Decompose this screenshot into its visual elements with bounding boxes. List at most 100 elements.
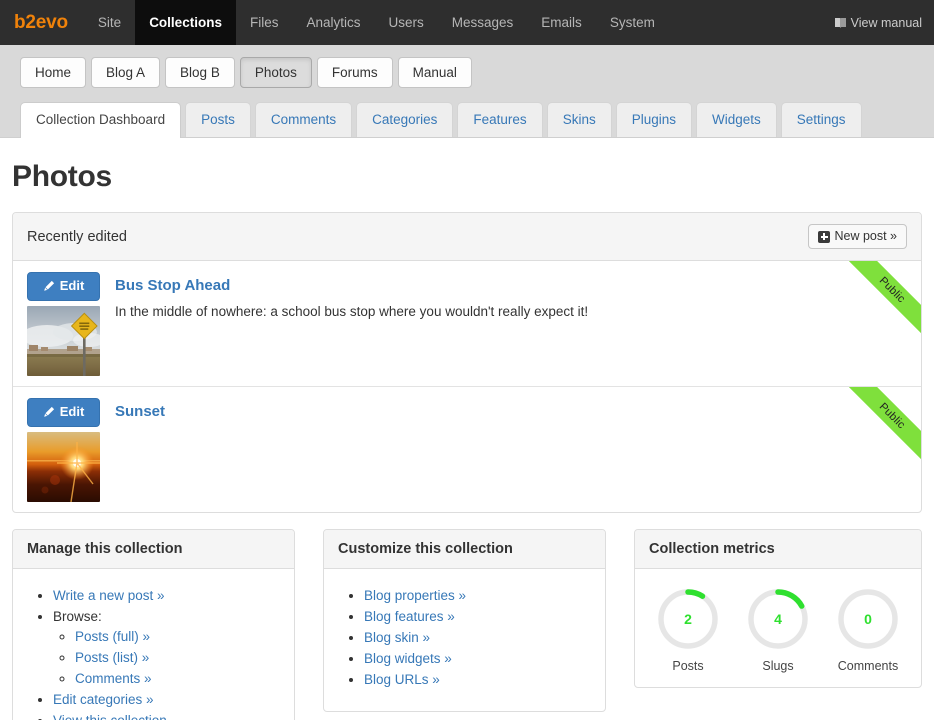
link-blog-urls[interactable]: Blog URLs »: [364, 672, 440, 687]
list-item: Browse: Posts (full) » Posts (list) » Co…: [53, 608, 280, 688]
link-view-collection[interactable]: View this collection: [53, 713, 167, 720]
edit-button[interactable]: Edit: [27, 272, 100, 301]
link-blog-features[interactable]: Blog features »: [364, 609, 455, 624]
tab-widgets[interactable]: Widgets: [695, 102, 777, 137]
post-thumbnail[interactable]: [27, 432, 100, 502]
metrics-gauges: 2 Posts 4 Slugs 0 Comments: [635, 569, 921, 687]
collection-header-band: Home Blog A Blog B Photos Forums Manual …: [0, 45, 934, 138]
pencil-icon: [43, 280, 55, 292]
link-posts-list[interactable]: Posts (list) »: [75, 650, 149, 665]
link-comments[interactable]: Comments »: [75, 671, 152, 686]
gauge-slugs-value: 4: [774, 611, 782, 627]
post-text-column: Sunset: [115, 398, 907, 421]
new-post-label: New post »: [834, 229, 897, 243]
link-write-new-post[interactable]: Write a new post »: [53, 588, 165, 603]
list-item: Blog features »: [364, 608, 591, 626]
manage-collection-panel: Manage this collection Write a new post …: [12, 529, 295, 720]
nav-item-analytics[interactable]: Analytics: [292, 0, 374, 45]
list-item: Blog URLs »: [364, 671, 591, 689]
list-item: Edit categories »: [53, 691, 280, 709]
post-excerpt: In the middle of nowhere: a school bus s…: [115, 304, 589, 319]
customize-collection-panel: Customize this collection Blog propertie…: [323, 529, 606, 712]
gauge-slugs: 4 Slugs: [733, 585, 823, 673]
collection-button-blog-b[interactable]: Blog B: [165, 57, 235, 88]
recently-edited-header: Recently edited New post »: [13, 213, 921, 261]
post-media-column: Edit: [27, 398, 101, 502]
new-post-button[interactable]: New post »: [808, 224, 907, 249]
list-item: View this collection: [53, 712, 280, 720]
book-icon: [834, 17, 847, 29]
collection-button-blog-a[interactable]: Blog A: [91, 57, 161, 88]
gauge-posts-label: Posts: [672, 659, 704, 673]
customize-collection-column: Customize this collection Blog propertie…: [323, 529, 606, 720]
link-blog-skin[interactable]: Blog skin »: [364, 630, 430, 645]
tab-skins[interactable]: Skins: [546, 102, 612, 137]
nav-item-site[interactable]: Site: [84, 0, 135, 45]
nav-item-system[interactable]: System: [596, 0, 669, 45]
collection-metrics-panel: Collection metrics 2 Posts 4 Slugs 0 Com…: [634, 529, 922, 688]
list-item: Blog widgets »: [364, 650, 591, 668]
view-manual-link[interactable]: View manual: [834, 0, 934, 45]
gauge-comments-value: 0: [864, 611, 872, 627]
collection-metrics-column: Collection metrics 2 Posts 4 Slugs 0 Com…: [634, 529, 922, 720]
top-navigation-bar: b2evo Site Collections Files Analytics U…: [0, 0, 934, 45]
list-item: Posts (full) »: [75, 628, 280, 646]
tab-plugins[interactable]: Plugins: [615, 102, 692, 137]
manage-collection-body: Write a new post » Browse: Posts (full) …: [13, 569, 294, 720]
nav-item-collections[interactable]: Collections: [135, 0, 236, 45]
manage-collection-list: Write a new post » Browse: Posts (full) …: [27, 587, 280, 720]
gauge-posts-value: 2: [684, 611, 692, 627]
label-browse: Browse:: [53, 609, 102, 624]
collection-selector-row: Home Blog A Blog B Photos Forums Manual: [0, 57, 934, 88]
gauge-slugs-label: Slugs: [762, 659, 794, 673]
post-title-link[interactable]: Sunset: [115, 403, 165, 421]
collection-button-forums[interactable]: Forums: [316, 57, 393, 88]
tab-posts[interactable]: Posts: [185, 102, 251, 137]
collection-tabs: Collection Dashboard Posts Comments Cate…: [0, 102, 934, 138]
post-text-column: Bus Stop Ahead In the middle of nowhere:…: [115, 272, 907, 321]
table-row: Edit: [13, 261, 921, 387]
post-title-link[interactable]: Bus Stop Ahead: [115, 277, 230, 295]
post-media-column: Edit: [27, 272, 101, 376]
page-title: Photos: [12, 160, 112, 193]
nav-item-files[interactable]: Files: [236, 0, 293, 45]
nav-item-users[interactable]: Users: [375, 0, 438, 45]
customize-collection-list: Blog properties » Blog features » Blog s…: [338, 587, 591, 689]
edit-button-label: Edit: [59, 404, 85, 419]
collection-button-manual[interactable]: Manual: [397, 57, 472, 88]
tab-features[interactable]: Features: [457, 102, 543, 137]
nav-item-messages[interactable]: Messages: [438, 0, 528, 45]
collection-button-home[interactable]: Home: [20, 57, 87, 88]
tab-categories[interactable]: Categories: [356, 102, 454, 137]
tab-comments[interactable]: Comments: [254, 102, 353, 137]
edit-button-label: Edit: [59, 278, 85, 293]
browse-sublist: Posts (full) » Posts (list) » Comments »: [53, 628, 280, 688]
list-item: Comments »: [75, 670, 280, 688]
manage-collection-header: Manage this collection: [13, 530, 294, 569]
list-item: Blog skin »: [364, 629, 591, 647]
manage-collection-title: Manage this collection: [27, 541, 183, 557]
post-thumbnail[interactable]: [27, 306, 100, 376]
manage-collection-column: Manage this collection Write a new post …: [12, 529, 295, 720]
list-item: Posts (list) »: [75, 649, 280, 667]
customize-collection-body: Blog properties » Blog features » Blog s…: [324, 569, 605, 711]
pencil-icon: [43, 406, 55, 418]
gauge-comments-label: Comments: [837, 659, 899, 673]
customize-collection-header: Customize this collection: [324, 530, 605, 569]
link-posts-full[interactable]: Posts (full) »: [75, 629, 150, 644]
view-manual-label: View manual: [850, 15, 922, 30]
link-edit-categories[interactable]: Edit categories »: [53, 692, 154, 707]
tab-collection-dashboard[interactable]: Collection Dashboard: [20, 102, 182, 138]
collection-button-photos[interactable]: Photos: [239, 57, 312, 88]
nav-item-emails[interactable]: Emails: [527, 0, 596, 45]
tab-settings[interactable]: Settings: [780, 102, 862, 137]
collection-metrics-title: Collection metrics: [649, 541, 775, 557]
link-blog-properties[interactable]: Blog properties »: [364, 588, 466, 603]
page-content: Photos Recently edited New post » Edit B…: [0, 160, 934, 720]
collection-metrics-header: Collection metrics: [635, 530, 921, 569]
gauge-posts: 2 Posts: [643, 585, 733, 673]
edit-button[interactable]: Edit: [27, 398, 100, 427]
link-blog-widgets[interactable]: Blog widgets »: [364, 651, 452, 666]
brand-logo[interactable]: b2evo: [0, 0, 84, 45]
gauge-comments: 0 Comments: [823, 585, 913, 673]
